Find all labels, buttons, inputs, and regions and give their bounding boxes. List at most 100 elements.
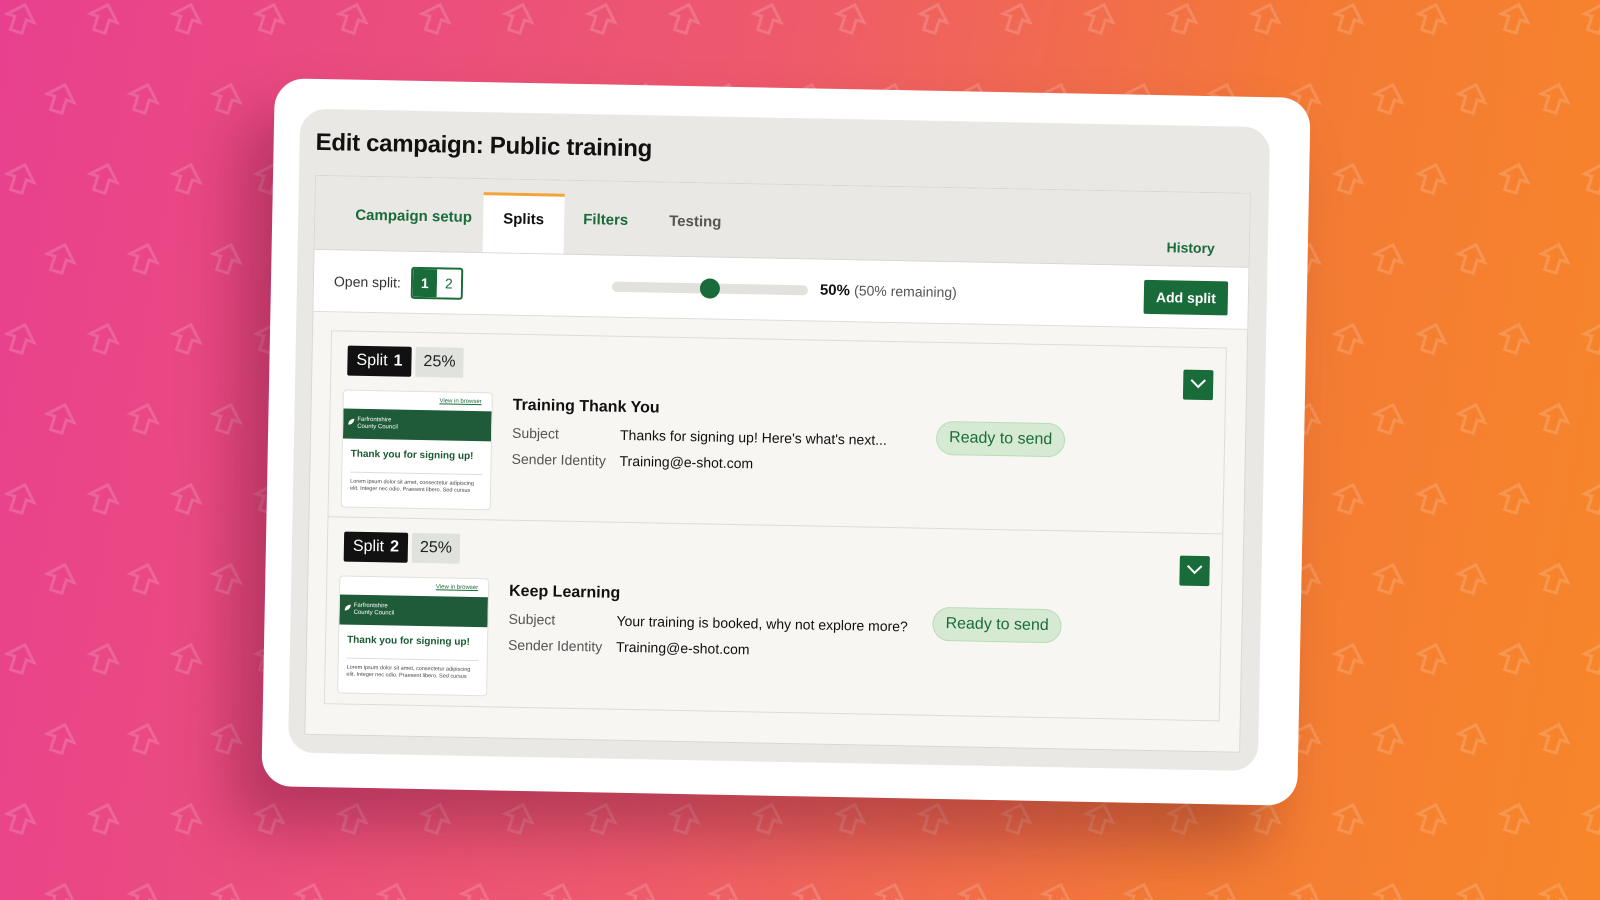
add-split-button[interactable]: Add split [1143, 279, 1229, 316]
arrow-up-icon [1414, 162, 1448, 196]
subject-row: Subject Your training is booked, why not… [508, 611, 908, 635]
arrow-up-icon [126, 82, 160, 116]
arrow-up-icon [956, 882, 990, 900]
arrow-up-icon [1454, 722, 1488, 756]
arrow-up-icon [3, 162, 37, 196]
sender-value: Training@e-shot.com [615, 638, 750, 658]
arrow-up-icon [750, 802, 784, 836]
open-split-2-button[interactable]: 2 [436, 268, 462, 298]
thumb-heading: Thank you for signing up! [347, 634, 470, 648]
split-name: Split [352, 537, 385, 556]
arrow-up-icon [1497, 162, 1531, 196]
split-percent-slider[interactable] [611, 278, 809, 299]
arrow-up-icon [1537, 82, 1571, 116]
thumb-body: Lorem ipsum dolor sit amet, consectetur … [349, 478, 475, 494]
arrow-up-icon [1497, 2, 1531, 36]
leaf-logo-icon [344, 604, 351, 611]
arrow-up-icon [873, 882, 907, 900]
arrow-up-icon [375, 882, 409, 900]
email-thumbnail[interactable]: View in browser Farfrontshire County Cou… [340, 389, 493, 511]
leaf-logo-icon [348, 418, 355, 425]
split-percent-badge: 25% [415, 346, 464, 378]
expand-split-button[interactable] [1182, 369, 1214, 401]
arrow-up-icon [501, 2, 535, 36]
arrow-up-icon [1497, 482, 1531, 516]
arrow-up-icon [43, 562, 77, 596]
arrow-up-icon [3, 482, 37, 516]
arrow-up-icon [126, 562, 160, 596]
email-title: Keep Learning [508, 582, 621, 602]
splits-panel: Campaign setup Splits Filters Testing Hi… [304, 174, 1251, 753]
arrow-up-icon [458, 882, 492, 900]
arrow-up-icon [1414, 802, 1448, 836]
tab-filters[interactable]: Filters [563, 196, 649, 256]
tab-testing[interactable]: Testing [649, 197, 742, 257]
arrow-up-icon [1165, 2, 1199, 36]
arrow-up-icon [1537, 882, 1571, 900]
arrow-up-icon [126, 882, 160, 900]
page-title: Edit campaign: Public training [315, 128, 653, 163]
open-split-1-button[interactable]: 1 [412, 268, 438, 297]
arrow-up-icon [209, 562, 243, 596]
status-badge: Ready to send [935, 420, 1066, 458]
arrow-up-icon [1580, 482, 1600, 516]
slider-track-fill [611, 281, 711, 294]
arrow-up-icon [43, 242, 77, 276]
status-badge: Ready to send [932, 606, 1063, 644]
subject-label: Subject [508, 610, 556, 628]
email-thumbnail[interactable]: View in browser Farfrontshire County Cou… [337, 575, 490, 697]
arrow-up-icon [86, 482, 120, 516]
split-tag: Split 2 25% [343, 531, 461, 564]
thumb-divider [350, 471, 483, 476]
app-window: Edit campaign: Public training Campaign … [261, 78, 1311, 806]
sender-row: Sender Identity Training@e-shot.com [508, 637, 908, 661]
arrow-up-icon [209, 82, 243, 116]
arrow-up-icon [1537, 402, 1571, 436]
subject-label: Subject [511, 424, 559, 442]
arrow-up-icon [1497, 642, 1531, 676]
split-percent-readout: 50% (50% remaining) [820, 282, 957, 302]
slider-thumb[interactable] [699, 278, 721, 299]
split-name-badge: Split 1 [347, 345, 412, 377]
arrow-up-icon [86, 2, 120, 36]
arrow-up-icon [1414, 642, 1448, 676]
thumb-org-name: Farfrontshire County Council [357, 416, 398, 431]
split-list: Split 1 25% View in browser Farfrontshire [323, 330, 1227, 722]
arrow-up-icon [1082, 802, 1116, 836]
split-name-badge: Split 2 [343, 531, 409, 563]
arrow-up-icon [1371, 402, 1405, 436]
arrow-up-icon [209, 882, 243, 900]
arrow-up-icon [1331, 322, 1365, 356]
thumb-divider [346, 657, 479, 662]
arrow-up-icon [86, 642, 120, 676]
arrow-up-icon [1454, 242, 1488, 276]
arrow-up-icon [999, 2, 1033, 36]
arrow-up-icon [1371, 722, 1405, 756]
email-title: Training Thank You [512, 396, 660, 417]
arrow-up-icon [1371, 882, 1405, 900]
arrow-up-icon [252, 802, 286, 836]
arrow-up-icon [1414, 322, 1448, 356]
arrow-up-icon [1537, 722, 1571, 756]
email-info: Training Thank You Subject Thanks for si… [511, 397, 887, 484]
tab-splits[interactable]: Splits [482, 192, 565, 254]
chevron-down-icon [1190, 379, 1206, 389]
arrow-up-icon [1580, 322, 1600, 356]
arrow-up-icon [169, 2, 203, 36]
arrow-up-icon [335, 802, 369, 836]
arrow-up-icon [1497, 802, 1531, 836]
app-content: Edit campaign: Public training Campaign … [287, 108, 1271, 772]
history-link[interactable]: History [1166, 239, 1215, 256]
thumb-org-name: Farfrontshire County Council [353, 602, 395, 617]
tab-campaign-setup[interactable]: Campaign setup [335, 191, 493, 252]
thumb-heading: Thank you for signing up! [350, 448, 474, 463]
arrow-up-icon [209, 722, 243, 756]
arrow-up-icon [1414, 2, 1448, 36]
thumb-banner: Farfrontshire County Council [342, 408, 492, 442]
sender-row: Sender Identity Training@e-shot.com [511, 451, 886, 474]
arrow-up-icon [3, 322, 37, 356]
arrow-up-icon [584, 802, 618, 836]
arrow-up-icon [1248, 2, 1282, 36]
arrow-up-icon [584, 2, 618, 36]
expand-split-button[interactable] [1179, 555, 1210, 587]
